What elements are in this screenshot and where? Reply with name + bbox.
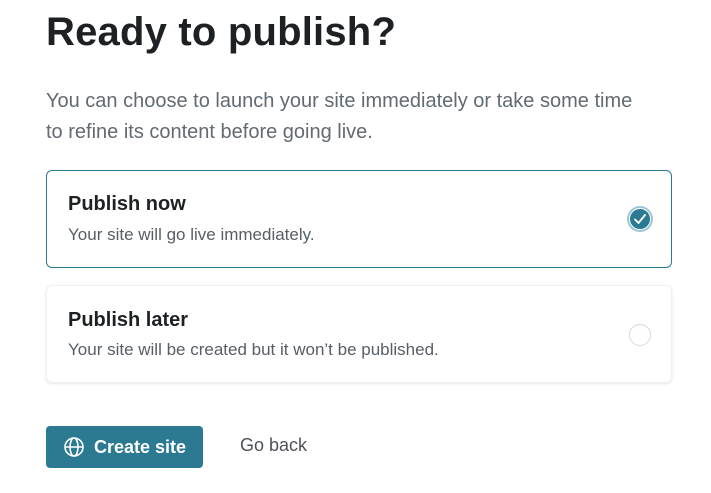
globe-icon — [64, 437, 84, 457]
option-subtitle: Your site will be created but it won’t b… — [68, 340, 439, 359]
checkmark-icon — [634, 214, 646, 224]
radio-checked-icon[interactable] — [629, 208, 651, 230]
page-description: You can choose to launch your site immed… — [46, 90, 633, 143]
option-subtitle: Your site will go live immediately. — [68, 225, 315, 244]
option-publish-now[interactable]: Publish now Your site will go live immed… — [46, 170, 672, 268]
radio-unchecked-icon[interactable] — [629, 324, 651, 346]
page-title: Ready to publish? — [46, 10, 397, 54]
create-site-button[interactable]: Create site — [46, 426, 203, 468]
go-back-button[interactable]: Go back — [240, 435, 307, 456]
option-title: Publish now — [68, 193, 186, 215]
option-title: Publish later — [68, 309, 189, 331]
create-site-label: Create site — [94, 437, 187, 457]
publish-dialog: Ready to publish? You can choose to laun… — [0, 0, 711, 493]
option-publish-later[interactable]: Publish later Your site will be created … — [46, 285, 672, 383]
